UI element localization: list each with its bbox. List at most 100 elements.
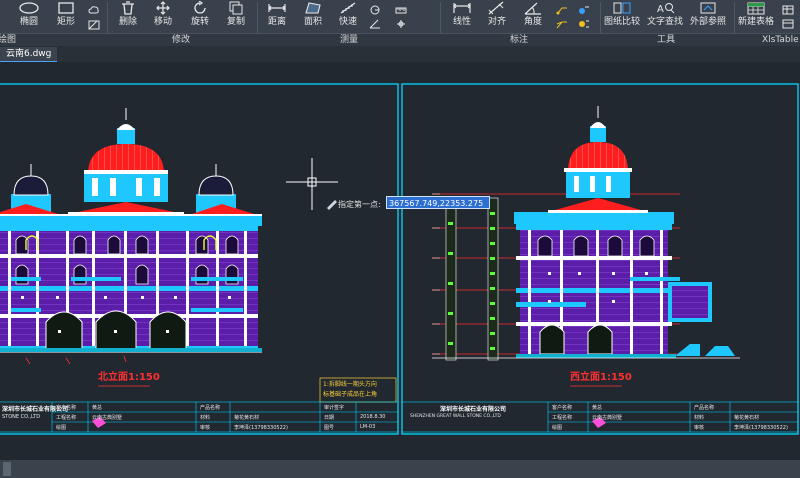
left-client-value: 黄总 <box>92 405 103 411</box>
text-find-icon: A <box>657 3 675 15</box>
area-icon <box>305 2 321 14</box>
angle-dimension-icon <box>524 2 541 15</box>
angle-dimension-tool-label: 角度 <box>523 17 542 27</box>
right-company-en: SHENZHEN GREAT WALL STONE CO.,LTD <box>410 414 501 419</box>
left-project-label: 工程名称 <box>56 415 77 421</box>
right-material-value: 菊花黄石材 <box>734 415 760 421</box>
north-elevation-title: 北立面1:150 <box>98 372 160 383</box>
annotation-line-2: 标基础子成品在上角 <box>323 391 378 398</box>
left-material-value: 菊花黄石材 <box>234 415 260 421</box>
crosshair-cursor <box>286 158 338 210</box>
xref-tool-button[interactable]: 外部参照 <box>689 0 727 32</box>
angle-measure-icon[interactable] <box>369 19 381 29</box>
new-table-icon <box>747 2 765 15</box>
west-elevation-drawing <box>432 106 740 361</box>
table-import-icon[interactable] <box>782 5 794 15</box>
left-client-label: 客户名称 <box>56 405 77 411</box>
cloud-icon[interactable] <box>88 5 100 15</box>
right-client-label: 客户名称 <box>552 405 573 411</box>
area-tool-label: 面积 <box>303 17 322 27</box>
annotation-line-1: 1:拆脚线一期头方向 <box>323 381 377 388</box>
multileader-icon[interactable] <box>556 19 568 29</box>
quick-measure-tool-label: 快速 <box>338 17 357 27</box>
aligned-dimension-tool-button[interactable]: 对齐 <box>482 0 512 32</box>
dimension-edit-icon[interactable] <box>578 5 590 15</box>
distance-icon <box>268 4 286 12</box>
distance-tool-button[interactable]: 距离 <box>262 0 292 32</box>
left-company-en: STONE CO.,LTD <box>2 414 41 420</box>
drawing-compare-tool-label: 图纸比较 <box>603 17 640 27</box>
hatch-icon[interactable] <box>88 20 100 30</box>
right-client-value: 黄总 <box>592 405 603 411</box>
rectangle-tool-button[interactable]: 矩形 <box>52 0 80 32</box>
tolerance-icon[interactable] <box>578 19 590 29</box>
area-tool-button[interactable]: 面积 <box>298 0 328 32</box>
right-drawn-label: 绘图 <box>552 425 563 431</box>
leader-icon[interactable] <box>556 5 568 15</box>
linear-dimension-icon <box>453 3 471 13</box>
left-product-label: 产品名称 <box>200 405 221 411</box>
layout-tab-handle[interactable] <box>3 462 11 476</box>
xref-icon <box>700 2 716 14</box>
copy-tool-button[interactable]: 复制 <box>221 0 251 32</box>
ribbon-toolbar: 椭圆 矩形 删除 移动 旋转 复制 距离 面积 快速 线性 对齐 角度 图纸比较… <box>0 0 800 46</box>
left-date-label: 日期 <box>324 415 335 421</box>
ellipse-icon <box>19 2 39 14</box>
angle-dimension-tool-button[interactable]: 角度 <box>518 0 548 32</box>
north-elevation-drawing <box>0 107 263 365</box>
rotate-tool-button[interactable]: 旋转 <box>185 0 215 32</box>
group-label-draw: 绘图 <box>0 35 17 45</box>
copy-tool-label: 复制 <box>226 17 245 27</box>
group-label-modify: 修改 <box>172 35 191 45</box>
radius-measure-icon[interactable] <box>369 5 381 15</box>
command-prompt-label: 指定第一点: <box>338 200 381 209</box>
left-drawn-label: 绘图 <box>56 425 67 431</box>
text-find-tool-label: 文字查找 <box>646 17 683 27</box>
quick-measure-tool-button[interactable]: 快速 <box>333 0 363 32</box>
right-project-label: 工程名称 <box>552 415 573 421</box>
ellipse-tool-label: 椭圆 <box>19 17 38 27</box>
drawing-compare-tool-button[interactable]: 图纸比较 <box>603 0 641 32</box>
left-drawing-no: LM-03 <box>360 424 376 430</box>
table-export-icon[interactable] <box>782 19 794 29</box>
right-product-label: 产品名称 <box>694 405 715 411</box>
file-tab[interactable]: 云南6.dwg <box>0 47 58 63</box>
ruler-icon[interactable] <box>395 5 407 15</box>
svg-text:A: A <box>657 4 664 15</box>
distance-tool-label: 距离 <box>267 17 286 27</box>
point-coordinate-icon[interactable] <box>395 19 407 29</box>
linear-dimension-tool-button[interactable]: 线性 <box>447 0 477 32</box>
quick-measure-icon <box>340 2 356 14</box>
move-tool-button[interactable]: 移动 <box>148 0 178 32</box>
aligned-dimension-icon <box>488 1 504 15</box>
move-tool-label: 移动 <box>153 17 172 27</box>
new-table-tool-button[interactable]: 新建表格 <box>736 0 776 32</box>
status-bar <box>0 460 800 478</box>
group-label-xlstable: XlsTable <box>762 35 799 45</box>
cad-drawing <box>0 83 799 435</box>
group-label-tools: 工具 <box>657 35 676 45</box>
right-reviewer: 李坤泽(13798330522) <box>734 425 788 431</box>
ribbon-group-bar: 绘图 修改 测量 标注 工具 XlsTable <box>0 33 800 46</box>
left-review-label: 审核 <box>200 425 211 431</box>
rotate-tool-label: 旋转 <box>190 17 209 27</box>
group-label-dimension: 标注 <box>510 35 529 45</box>
coordinate-input[interactable]: 367567.749,22353.275 <box>386 196 490 209</box>
xref-tool-label: 外部参照 <box>689 17 726 27</box>
document-tab-bar: 云南6.dwg <box>0 46 800 63</box>
move-icon <box>156 1 170 15</box>
delete-tool-button[interactable]: 删除 <box>113 0 143 32</box>
drawing-canvas[interactable]: 指定第一点: 367567.749,22353.275 北立面1:150 西立面… <box>0 62 800 460</box>
group-label-measure: 测量 <box>340 35 359 45</box>
aligned-dimension-tool-label: 对齐 <box>487 17 506 27</box>
ellipse-tool-button[interactable]: 椭圆 <box>14 0 44 32</box>
rectangle-tool-label: 矩形 <box>56 17 75 27</box>
west-elevation-title: 西立面1:150 <box>570 372 632 383</box>
rectangle-icon <box>58 2 74 14</box>
right-review-label: 审核 <box>694 425 705 431</box>
pencil-icon <box>327 200 337 210</box>
left-approve-label: 审计签字 <box>324 405 345 411</box>
left-reviewer: 李坤泽(13798330522) <box>234 425 288 431</box>
text-find-tool-button[interactable]: A 文字查找 <box>646 0 684 32</box>
left-drawing-no-label: 图号 <box>324 425 335 431</box>
